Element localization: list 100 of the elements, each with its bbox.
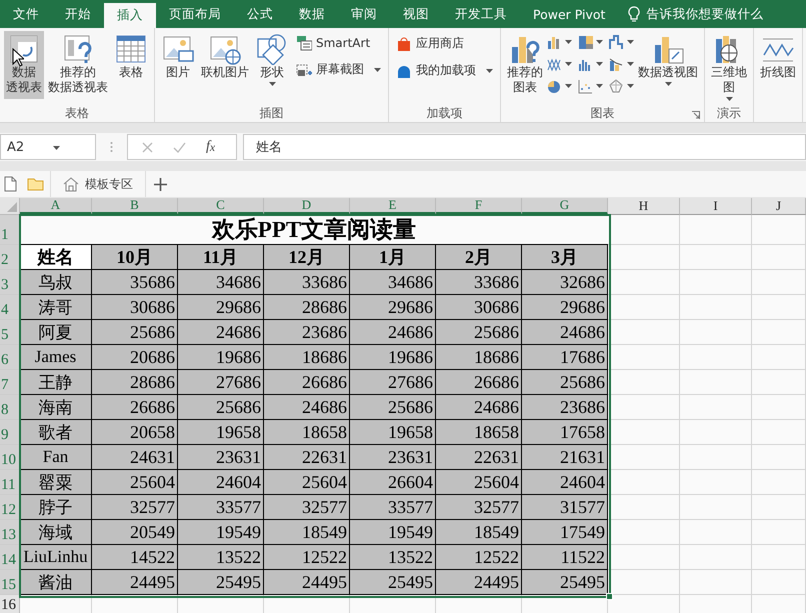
- ribbon-button[interactable]: 形状: [253, 31, 291, 99]
- chart-type-button[interactable]: [609, 33, 634, 51]
- table-cell: 罂粟: [20, 470, 92, 495]
- chart-type-button[interactable]: [578, 33, 603, 51]
- column-header[interactable]: H: [608, 198, 680, 215]
- combo-chart-icon: [609, 56, 624, 72]
- empty-cell: [680, 495, 752, 520]
- empty-cell: [752, 495, 806, 520]
- pointer-icon: [12, 48, 24, 67]
- ribbon-tab[interactable]: 文件: [0, 0, 52, 28]
- column-header[interactable]: F: [436, 198, 522, 215]
- ribbon-button[interactable]: 折线图: [758, 31, 798, 99]
- row-header[interactable]: 10: [0, 445, 20, 470]
- header-cell: 2月: [436, 245, 522, 270]
- ribbon-button[interactable]: 推荐的图表: [505, 31, 545, 99]
- empty-cell: [752, 345, 806, 370]
- table-cell: 23686: [264, 320, 350, 345]
- row-header[interactable]: 9: [0, 420, 20, 445]
- row-header[interactable]: 11: [0, 470, 20, 495]
- ribbon-tab[interactable]: 审阅: [338, 0, 390, 28]
- column-header[interactable]: G: [522, 198, 608, 215]
- name-box[interactable]: A2: [0, 134, 96, 160]
- table-cell: 32577: [436, 495, 522, 520]
- ribbon-tab[interactable]: 公式: [234, 0, 286, 28]
- empty-cell: [752, 295, 806, 320]
- table-cell: 阿夏: [20, 320, 92, 345]
- file-tab[interactable]: 模板专区: [50, 171, 146, 197]
- table-cell: 24631: [92, 445, 178, 470]
- ribbon-button[interactable]: 图片: [159, 31, 197, 99]
- row-header[interactable]: 12: [0, 495, 20, 520]
- table-cell: 24686: [350, 320, 436, 345]
- row-header[interactable]: 3: [0, 270, 20, 295]
- row-header[interactable]: 7: [0, 370, 20, 395]
- table-cell: 17658: [522, 420, 608, 445]
- ribbon-button[interactable]: 屏幕截图: [293, 59, 384, 80]
- ribbon-tab[interactable]: 开发工具: [442, 0, 520, 28]
- table-cell: 33686: [436, 270, 522, 295]
- table-cell: 32686: [522, 270, 608, 295]
- ribbon-button[interactable]: 表格: [112, 31, 150, 99]
- ribbon-tab[interactable]: 插入: [104, 3, 156, 28]
- row-header[interactable]: 6: [0, 345, 20, 370]
- row-header[interactable]: 4: [0, 295, 20, 320]
- empty-cell: [752, 370, 806, 395]
- empty-cell: [752, 270, 806, 295]
- ribbon-button[interactable]: 三维地图: [709, 31, 749, 99]
- ribbon-button[interactable]: 联机图片: [199, 31, 251, 99]
- table-cell: 25686: [92, 320, 178, 345]
- column-header[interactable]: D: [264, 198, 350, 215]
- table-cell: 32577: [92, 495, 178, 520]
- column-header[interactable]: A: [20, 198, 92, 215]
- row-header[interactable]: 15: [0, 570, 20, 595]
- ribbon-button[interactable]: 应用商店: [393, 33, 496, 54]
- empty-cell: [680, 320, 752, 345]
- row-header[interactable]: 13: [0, 520, 20, 545]
- group-label: 表格: [65, 104, 89, 122]
- ribbon-button[interactable]: 数据透视图: [636, 31, 700, 99]
- formula-field[interactable]: 姓名: [243, 134, 806, 160]
- column-header[interactable]: E: [350, 198, 436, 215]
- ribbon-button[interactable]: 我的加载项: [393, 60, 496, 81]
- chart-type-button[interactable]: [578, 77, 603, 95]
- column-header[interactable]: I: [680, 198, 752, 215]
- table-cell: 19549: [178, 520, 264, 545]
- table-cell: 13522: [178, 545, 264, 570]
- empty-cell: [608, 215, 680, 245]
- empty-cell: [752, 395, 806, 420]
- chart-type-button[interactable]: [609, 77, 634, 95]
- fill-handle[interactable]: [606, 593, 613, 600]
- row-header[interactable]: 2: [0, 245, 20, 270]
- row-header[interactable]: 16: [0, 595, 20, 613]
- row-header[interactable]: 5: [0, 320, 20, 345]
- column-header[interactable]: C: [178, 198, 264, 215]
- empty-cell: [680, 370, 752, 395]
- ribbon-tab[interactable]: 视图: [390, 0, 442, 28]
- ribbon-button[interactable]: 推荐的数据透视表: [46, 31, 110, 99]
- ribbon-tab[interactable]: Power Pivot: [520, 0, 618, 28]
- empty-cell: [752, 215, 806, 245]
- table-cell: 26686: [436, 370, 522, 395]
- table-cell: 21631: [522, 445, 608, 470]
- table-cell: 24495: [264, 570, 350, 595]
- column-header[interactable]: B: [92, 198, 178, 215]
- ribbon-tab[interactable]: 页面布局: [156, 0, 234, 28]
- table-cell: 24686: [436, 395, 522, 420]
- column-header[interactable]: J: [752, 198, 806, 215]
- table-cell: 24686: [264, 395, 350, 420]
- ribbon-tab[interactable]: 数据: [286, 0, 338, 28]
- row-header[interactable]: 8: [0, 395, 20, 420]
- table-cell: 17549: [522, 520, 608, 545]
- ribbon-tab[interactable]: 开始: [52, 0, 104, 28]
- row-header[interactable]: 14: [0, 545, 20, 570]
- search-hint[interactable]: 告诉我你想要做什么: [646, 6, 764, 22]
- table-cell: 22631: [436, 445, 522, 470]
- empty-cell: [680, 520, 752, 545]
- table-cell: 34686: [350, 270, 436, 295]
- ribbon-button[interactable]: SmartArt: [293, 33, 384, 53]
- table-cell: 20686: [92, 345, 178, 370]
- group-label: 插图: [260, 104, 284, 122]
- table-cell: 25686: [350, 395, 436, 420]
- ribbon-button[interactable]: 数据透视表: [4, 31, 44, 99]
- table-cell: 33577: [350, 495, 436, 520]
- row-header[interactable]: 1: [0, 215, 20, 245]
